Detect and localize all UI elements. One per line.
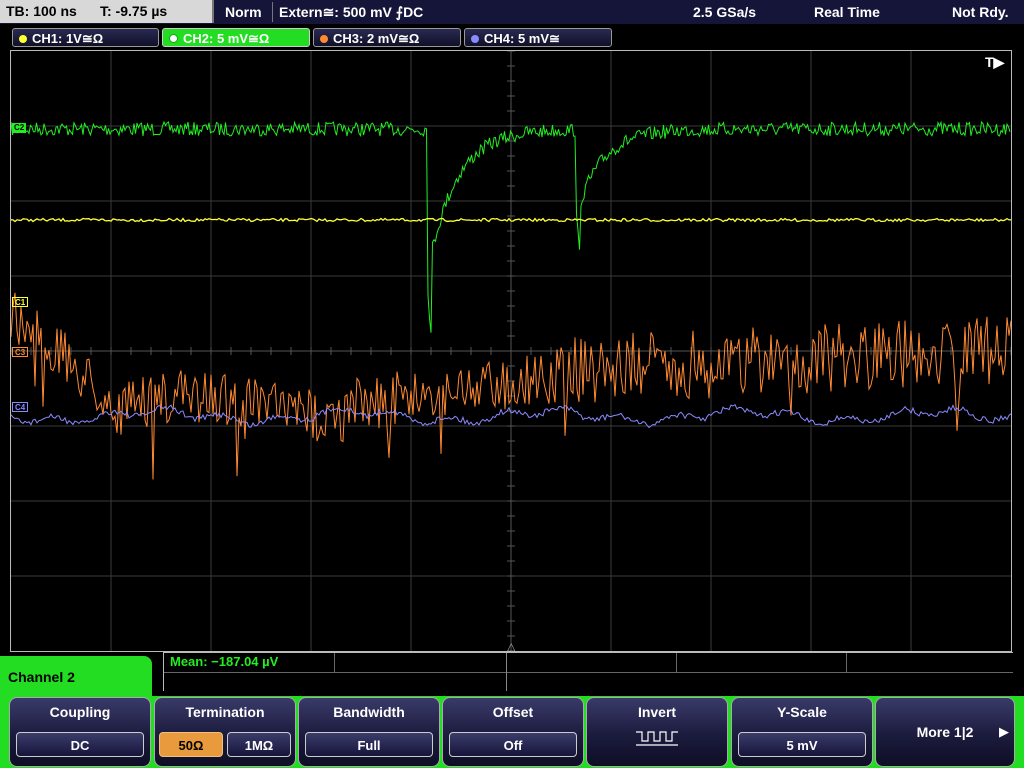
ch3-color-icon [320,35,328,43]
invert-softkey[interactable]: Invert [586,697,728,767]
bandwidth-softkey[interactable]: Bandwidth Full [298,697,440,767]
trigger-state: Not Rdy. [952,4,1009,20]
trigger-mode[interactable]: Norm [225,0,262,24]
ch1-offset-marker[interactable]: C1 [12,297,29,307]
ch2-label: CH2: 5 mV≅Ω [183,31,270,46]
acquisition-mode: Real Time [814,4,880,20]
divider [676,653,677,672]
invert-label: Invert [637,704,677,720]
ch4-color-icon [471,35,479,43]
ch2-color-icon [169,34,178,43]
menu-title: Channel 2 [8,669,75,685]
next-page-icon: ▶ [999,724,1009,739]
tab-ch4[interactable]: CH4: 5 mV≅ [464,28,612,47]
status-bar: TB: 100 ns T: -9.75 µs Norm Extern≅: 500… [0,0,1024,24]
more-softkey[interactable]: More 1|2 ▶ [875,697,1015,767]
ch1-label: CH1: 1V≅Ω [32,31,104,46]
yscale-value[interactable]: 5 mV [738,732,866,757]
divider [272,2,273,22]
offset-label: Offset [492,704,534,720]
yscale-label: Y-Scale [777,704,827,720]
tab-ch1[interactable]: CH1: 1V≅Ω [12,28,159,47]
termination-softkey[interactable]: Termination 50Ω 1MΩ [154,697,296,767]
divider [506,653,507,691]
timebase-panel[interactable]: TB: 100 ns T: -9.75 µs [0,0,214,23]
ch1-color-icon [19,35,27,43]
ch4-offset-marker[interactable]: C4 [12,402,29,412]
menu-title-tab: Channel 2 [0,656,152,701]
divider [846,653,847,672]
trigger-source[interactable]: Extern≅: 500 mV ⨍DC [279,0,423,24]
more-label: More 1|2 [916,724,974,740]
ch3-label: CH3: 2 mV≅Ω [333,31,420,46]
trigger-time-readout: T: -9.75 µs [100,3,168,19]
waveform-plot: T▶ △ [11,51,1011,651]
bandwidth-value[interactable]: Full [305,732,433,757]
tab-ch2[interactable]: CH2: 5 mV≅Ω [162,28,310,47]
timebase-readout: TB: 100 ns [6,3,77,19]
coupling-value[interactable]: DC [16,732,144,757]
divider [334,653,335,672]
offset-value[interactable]: Off [449,732,577,757]
coupling-softkey[interactable]: Coupling DC [9,697,151,767]
trigger-position-marker: T▶ [985,54,1006,70]
offset-softkey[interactable]: Offset Off [442,697,584,767]
channel-tabs: CH1: 1V≅Ω CH2: 5 mV≅Ω CH3: 2 mV≅Ω CH4: 5… [0,26,1024,48]
invert-waveform-icon [636,731,678,746]
tab-ch3[interactable]: CH3: 2 mV≅Ω [313,28,461,47]
measurement-panel: Mean: −187.04 µV [163,652,1013,691]
trigger-arrow-icon: △ [507,640,516,651]
divider [164,672,1013,673]
termination-50-option[interactable]: 50Ω [159,732,223,757]
termination-1m-option[interactable]: 1MΩ [227,732,291,757]
yscale-softkey[interactable]: Y-Scale 5 mV [731,697,873,767]
mean-measurement: Mean: −187.04 µV [170,654,279,669]
ch4-label: CH4: 5 mV≅ [484,31,560,46]
ch2-offset-marker[interactable]: C2 [12,123,27,133]
bandwidth-label: Bandwidth [333,704,405,720]
graticule [11,51,1011,651]
termination-label: Termination [185,704,265,720]
sample-rate: 2.5 GSa/s [693,4,757,20]
ch3-offset-marker[interactable]: C3 [12,347,29,357]
coupling-label: Coupling [49,704,111,720]
